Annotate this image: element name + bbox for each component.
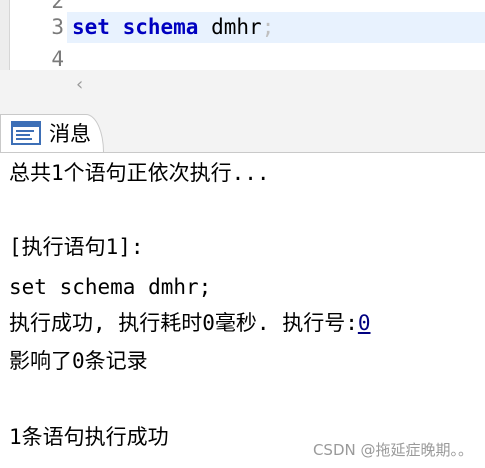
keyword-schema: schema bbox=[122, 15, 199, 39]
code-line[interactable]: set schema dmhr; bbox=[72, 14, 274, 40]
schema-identifier: dmhr bbox=[211, 15, 262, 39]
message-line: 影响了0条记录 bbox=[9, 349, 148, 373]
message-line: 总共1个语句正依次执行... bbox=[9, 161, 270, 185]
message-list-icon bbox=[11, 121, 41, 145]
exec-id-link[interactable]: 0 bbox=[358, 311, 371, 335]
statement-terminator: ; bbox=[261, 15, 275, 39]
sql-editor[interactable]: 2 3 4 set schema dmhr; bbox=[0, 0, 485, 71]
message-output-panel: 总共1个语句正依次执行... [执行语句1]: set schema dmhr;… bbox=[0, 153, 485, 468]
line-number-gutter: 2 3 4 bbox=[0, 0, 66, 71]
message-line-exec-result: 执行成功, 执行耗时0毫秒. 执行号:0 bbox=[9, 309, 371, 337]
watermark: CSDN @拖延症晚期。。 bbox=[312, 441, 473, 459]
horizontal-scrollbar[interactable]: ‹ bbox=[0, 70, 485, 104]
keyword-set: set bbox=[72, 15, 110, 39]
line-number: 2 bbox=[51, 0, 64, 13]
message-line: set schema dmhr; bbox=[9, 275, 212, 299]
message-line: [执行语句1]: bbox=[9, 235, 144, 259]
tab-messages-label: 消息 bbox=[49, 122, 91, 146]
exec-result-text: 执行成功, 执行耗时0毫秒. 执行号: bbox=[9, 311, 358, 335]
sql-client-window: 2 3 4 set schema dmhr; ‹ 消息 总共1个语句正依次执行.… bbox=[0, 0, 485, 468]
message-line: 1条语句执行成功 bbox=[9, 425, 169, 449]
tab-messages[interactable]: 消息 bbox=[0, 114, 104, 152]
line-number: 3 bbox=[51, 15, 64, 39]
result-tab-bar: 消息 bbox=[0, 104, 485, 153]
scroll-left-icon[interactable]: ‹ bbox=[76, 74, 83, 95]
line-number: 4 bbox=[51, 47, 64, 71]
